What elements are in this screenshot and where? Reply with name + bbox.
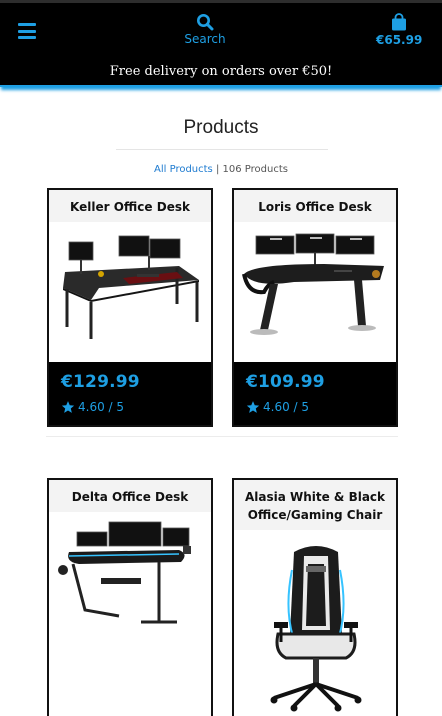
product-card[interactable]: Loris Office Desk €109.99 4.60 / 5 xyxy=(232,188,398,427)
product-name: Alasia White & Black Office/Gaming Chair xyxy=(234,480,396,530)
product-rating: 4.60 / 5 xyxy=(61,400,199,414)
product-image[interactable] xyxy=(49,512,211,652)
promo-text: Free delivery on orders over €50! xyxy=(109,64,333,79)
breadcrumb-all-products-link[interactable]: All Products xyxy=(154,164,213,175)
rating-value: 4.60 / 5 xyxy=(78,400,125,414)
gaming-chair-image xyxy=(270,546,362,712)
product-image[interactable] xyxy=(234,222,396,362)
gaming-desk-image xyxy=(58,521,191,624)
breadcrumb: All Products | 106 Products xyxy=(0,164,442,175)
rating-value: 4.60 / 5 xyxy=(263,400,310,414)
search-icon xyxy=(197,14,214,31)
breadcrumb-separator: | xyxy=(212,164,223,175)
product-name: Delta Office Desk xyxy=(49,480,211,512)
product-footer: €129.99 4.60 / 5 xyxy=(49,362,211,425)
product-image[interactable] xyxy=(49,222,211,362)
product-image[interactable] xyxy=(234,530,396,716)
search-label: Search xyxy=(184,32,226,46)
promo-banner: Free delivery on orders over €50! xyxy=(0,58,442,87)
product-rating: 4.60 / 5 xyxy=(246,400,384,414)
star-icon xyxy=(61,401,75,413)
l-shaped-desk-image xyxy=(63,235,199,339)
search-button[interactable]: Search xyxy=(175,13,235,46)
product-card[interactable]: Alasia White & Black Office/Gaming Chair xyxy=(232,478,398,716)
shopping-bag-icon xyxy=(392,13,406,31)
product-price: €129.99 xyxy=(61,372,140,392)
menu-icon[interactable] xyxy=(18,23,36,39)
product-card[interactable]: Keller Office Desk €129.99 4.60 / 5 xyxy=(47,188,213,427)
cart-total: €65.99 xyxy=(376,33,423,47)
desk-image xyxy=(242,233,384,335)
product-card[interactable]: Delta Office Desk xyxy=(47,478,213,716)
product-name: Keller Office Desk xyxy=(49,190,211,222)
section-divider xyxy=(46,436,398,437)
product-footer: €109.99 4.60 / 5 xyxy=(234,362,396,425)
product-name: Loris Office Desk xyxy=(234,190,396,222)
top-navbar: Search €65.99 xyxy=(0,0,442,58)
title-divider xyxy=(116,149,328,150)
cart-button[interactable]: €65.99 xyxy=(376,13,422,47)
product-count: 106 Products xyxy=(222,164,288,175)
page-title: Products xyxy=(183,117,259,138)
star-icon xyxy=(246,401,260,413)
product-price: €109.99 xyxy=(246,372,325,392)
